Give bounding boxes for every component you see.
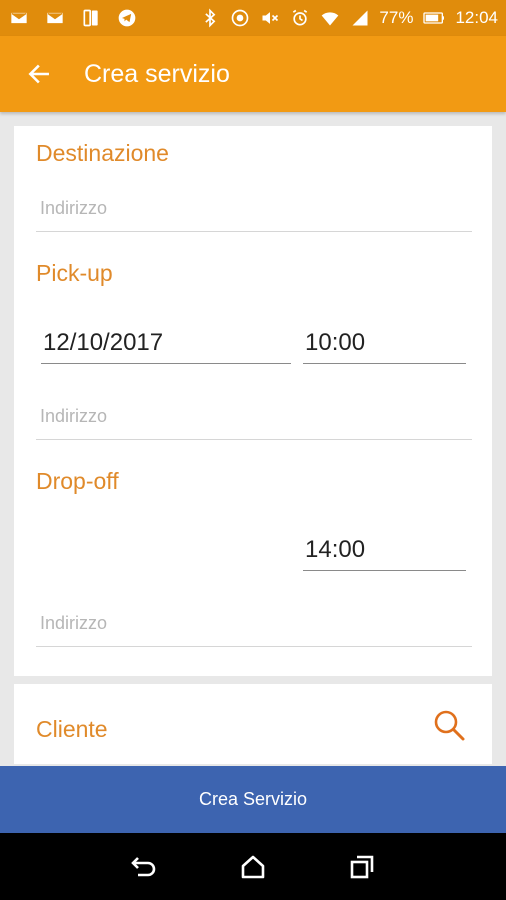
wifi-icon — [319, 7, 341, 29]
client-title: Cliente — [36, 716, 108, 742]
pickup-time-value: 10:00 — [305, 329, 366, 356]
dropoff-address-field — [36, 597, 472, 647]
mail-icon — [44, 7, 66, 29]
service-form-card: Destinazione Pick-up 12/10/2017 10:00 Dr… — [14, 126, 492, 676]
status-bar: 77% 12:04 — [0, 0, 506, 36]
dropoff-time-field[interactable]: 14:00 — [303, 527, 466, 571]
nav-recents-icon — [350, 855, 373, 878]
battery-icon — [421, 7, 447, 29]
notification-icons — [8, 7, 138, 29]
bluetooth-icon — [199, 7, 221, 29]
mail-icon — [8, 7, 30, 29]
battery-percent: 77% — [379, 8, 414, 27]
pickup-address-input[interactable] — [40, 406, 460, 427]
nfc-icon — [229, 7, 251, 29]
dropoff-time-value: 14:00 — [305, 536, 366, 563]
clock: 12:04 — [455, 8, 498, 27]
alarm-icon — [289, 7, 311, 29]
pickup-date-field[interactable]: 12/10/2017 — [41, 320, 291, 364]
dropoff-title: Drop-off — [36, 468, 119, 494]
arrow-back-icon — [28, 64, 49, 84]
client-search-button[interactable] — [432, 708, 466, 742]
dropoff-address-input[interactable] — [40, 613, 460, 634]
signal-icon — [349, 7, 371, 29]
nav-home-icon — [241, 855, 265, 878]
phone-icon — [80, 7, 102, 29]
nav-home-button[interactable] — [233, 847, 273, 887]
create-service-button[interactable]: Crea Servizio — [0, 766, 506, 833]
pickup-date-value: 12/10/2017 — [43, 329, 164, 356]
nav-recents-button[interactable] — [342, 847, 382, 887]
client-card: Cliente — [14, 684, 492, 764]
app-bar: Crea servizio — [0, 36, 506, 112]
destination-address-input[interactable] — [40, 198, 460, 219]
mute-icon — [259, 7, 281, 29]
destination-title: Destinazione — [36, 140, 169, 166]
pickup-address-field — [36, 390, 472, 440]
page-title: Crea servizio — [84, 59, 230, 88]
system-nav-bar — [0, 833, 506, 900]
nav-back-button[interactable] — [124, 847, 164, 887]
destination-address-field — [36, 182, 472, 232]
search-icon — [434, 710, 465, 741]
pickup-title: Pick-up — [36, 260, 113, 286]
nav-back-icon — [131, 856, 156, 876]
pickup-time-field[interactable]: 10:00 — [303, 320, 466, 364]
back-button[interactable] — [24, 59, 54, 89]
system-status: 77% 12:04 — [199, 7, 498, 29]
telegram-icon — [116, 7, 138, 29]
